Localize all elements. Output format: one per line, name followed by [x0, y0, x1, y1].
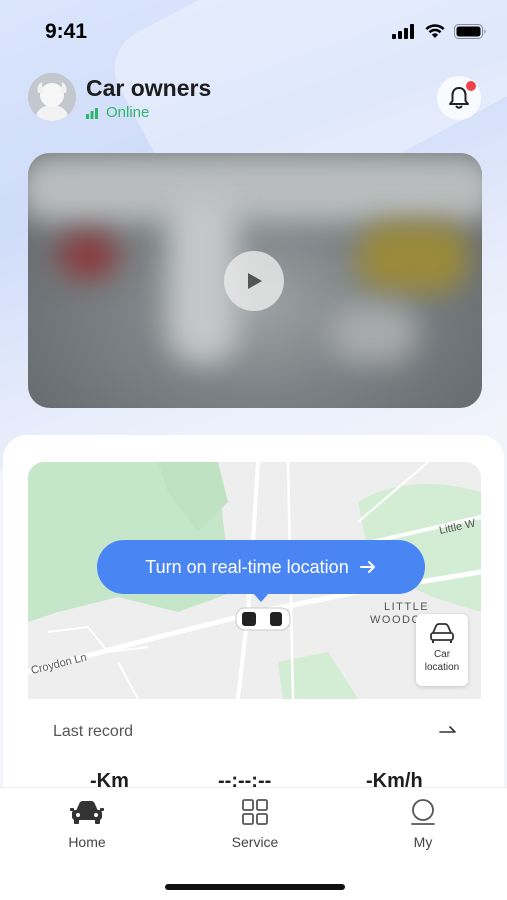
status-time: 9:41: [45, 20, 88, 43]
car-location-button[interactable]: Car location: [416, 614, 468, 686]
person-icon: [411, 799, 435, 825]
play-button[interactable]: [224, 251, 284, 311]
car-front-icon: [430, 623, 454, 643]
user-avatar-icon: [28, 73, 76, 121]
signal-bars-icon: [86, 107, 98, 119]
arrow-more-icon[interactable]: [439, 722, 457, 736]
video-blur-red: [58, 233, 118, 278]
tab-service-label: Service: [231, 834, 279, 850]
home-indicator: [165, 884, 345, 890]
tab-my-label: My: [413, 834, 433, 850]
status-bar: 9:41: [0, 0, 507, 62]
grid-icon: [242, 799, 268, 825]
tab-home-label: Home: [68, 834, 106, 850]
cellular-signal-icon: [392, 23, 414, 39]
realtime-location-label: Turn on real-time location: [145, 556, 349, 577]
tab-my[interactable]: My: [378, 798, 468, 850]
car-location-label: Car location: [424, 649, 460, 673]
wifi-icon: [425, 24, 445, 38]
video-blur-ceiling: [28, 153, 482, 223]
last-record-section[interactable]: Last record -Km --:--:-- -Km/h: [30, 700, 481, 795]
bottom-tab-bar: Home Service My: [0, 787, 507, 900]
battery-icon: [454, 23, 486, 39]
map-label-little: LITTLE: [384, 601, 429, 613]
user-name: Car owners: [86, 75, 212, 101]
arrow-right-icon: [359, 561, 375, 573]
app-header: Car owners Online: [0, 70, 507, 126]
realtime-location-button[interactable]: Turn on real-time location: [97, 540, 425, 602]
online-status-label: Online: [106, 104, 150, 121]
car-marker-icon: [235, 607, 291, 631]
car-icon: [70, 801, 104, 824]
video-blur-floor: [328, 303, 418, 363]
tab-home[interactable]: Home: [42, 798, 132, 850]
avatar[interactable]: [28, 73, 76, 121]
camera-video-preview[interactable]: [28, 153, 482, 408]
play-icon: [248, 273, 262, 289]
notification-button[interactable]: [437, 76, 481, 120]
status-icons: [392, 23, 487, 39]
tab-service[interactable]: Service: [210, 798, 300, 850]
online-status: Online: [86, 104, 149, 121]
notification-badge: [465, 80, 477, 92]
video-blur-yellow: [358, 223, 468, 293]
last-record-title: Last record: [53, 723, 134, 740]
